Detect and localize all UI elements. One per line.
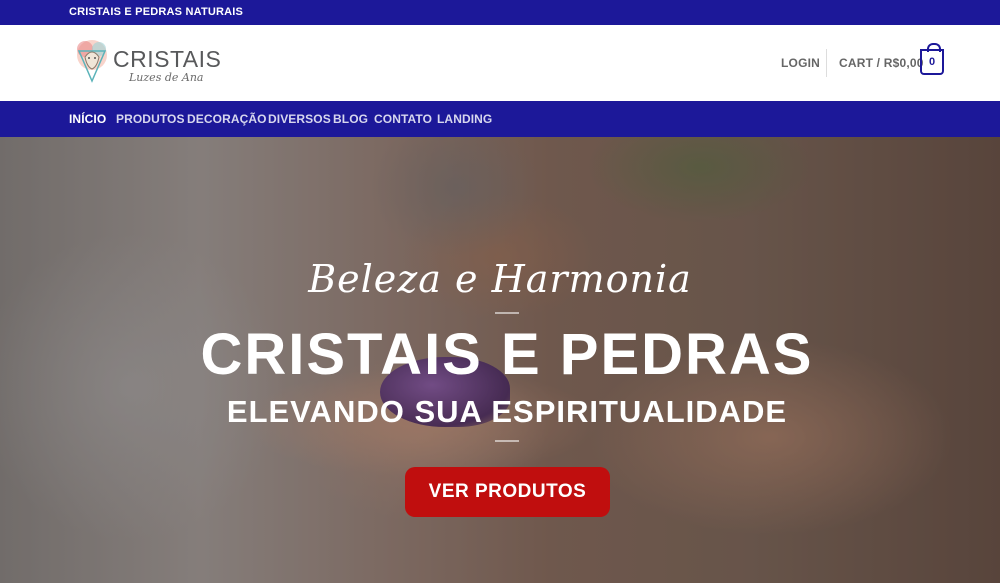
site-header: CRISTAIS Luzes de Ana LOGIN CART / R$0,0… <box>0 25 1000 101</box>
nav-item-produtos[interactable]: PRODUTOS <box>116 112 185 126</box>
main-nav: INÍCIO PRODUTOS DECORAÇÃO DIVERSOS BLOG … <box>0 101 1000 137</box>
ver-produtos-button[interactable]: VER PRODUTOS <box>405 467 610 517</box>
cart-count: 0 <box>928 56 936 68</box>
cart-link[interactable]: CART / R$0,00 <box>839 56 924 70</box>
hero-script-heading: Beleza e Harmonia <box>308 257 692 301</box>
hero-divider-bottom <box>495 440 519 442</box>
nav-item-inicio[interactable]: INÍCIO <box>69 112 106 126</box>
hero-banner: Beleza e Harmonia CRISTAIS E PEDRAS ELEV… <box>0 137 1000 583</box>
topbar-tagline: CRISTAIS E PEDRAS NATURAIS <box>69 6 244 18</box>
top-bar: CRISTAIS E PEDRAS NATURAIS <box>0 0 1000 25</box>
header-divider <box>826 49 827 77</box>
logo-wordmark: CRISTAIS <box>113 46 222 72</box>
hero-divider-top <box>495 312 519 314</box>
nav-item-diversos[interactable]: DIVERSOS <box>268 112 331 126</box>
hero-title: CRISTAIS E PEDRAS <box>200 322 814 387</box>
logo-script-text: Luzes de Ana <box>129 71 204 84</box>
crystal-lion-icon <box>77 40 107 83</box>
nav-item-decoracao[interactable]: DECORAÇÃO <box>187 112 267 126</box>
nav-item-blog[interactable]: BLOG <box>333 112 368 126</box>
login-link[interactable]: LOGIN <box>781 56 820 70</box>
site-logo[interactable]: CRISTAIS Luzes de Ana <box>73 33 221 93</box>
nav-item-contato[interactable]: CONTATO <box>374 112 432 126</box>
hero-subtitle: ELEVANDO SUA ESPIRITUALIDADE <box>226 394 788 429</box>
nav-item-landing[interactable]: LANDING <box>437 112 492 126</box>
shopping-bag-icon[interactable]: 0 <box>920 43 944 75</box>
